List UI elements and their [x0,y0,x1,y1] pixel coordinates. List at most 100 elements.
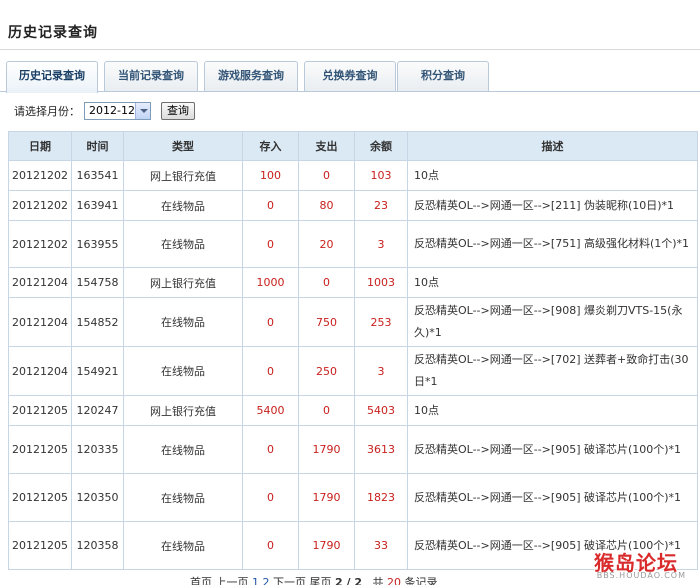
records-table: 日期 时间 类型 存入 支出 余额 描述 20121202 163541 网上银… [8,131,698,570]
pager-total-prefix: 共 [372,576,384,585]
cell-balance: 1003 [354,267,408,298]
cell-deposit: 0 [242,521,299,570]
month-select[interactable]: 2012-12 [84,102,151,120]
column-header-description: 描述 [407,131,698,161]
cell-deposit: 5400 [242,395,299,426]
cell-description: 10点 [407,160,698,191]
cell-type: 在线物品 [123,346,243,396]
cell-balance: 5403 [354,395,408,426]
page-title: 历史记录查询 [8,25,98,41]
cell-description: 反恐精英OL-->网通一区-->[905] 破译芯片(100个)*1 [407,473,698,522]
cell-date: 20121205 [8,425,72,474]
query-button[interactable]: 查询 [161,102,195,120]
cell-time: 120335 [71,425,124,474]
table-row: 20121204 154758 网上银行充值 1000 0 1003 10点 [8,267,698,298]
table-row: 20121205 120335 在线物品 0 1790 3613 反恐精英OL-… [8,425,698,474]
cell-type: 在线物品 [123,297,243,347]
cell-expense: 0 [298,160,355,191]
table-row: 20121202 163541 网上银行充值 100 0 103 10点 [8,160,698,191]
tab-game-service-query[interactable]: 游戏服务查询 [204,61,298,92]
cell-expense: 0 [298,267,355,298]
tab-history-query[interactable]: 历史记录查询 [6,61,98,93]
column-header-balance: 余额 [354,131,408,161]
column-header-expense: 支出 [298,131,355,161]
cell-description: 反恐精英OL-->网通一区-->[751] 高级强化材料(1个)*1 [407,220,698,268]
pager-next-link[interactable]: 下一页 [273,576,306,585]
cell-description: 反恐精英OL-->网通一区-->[908] 爆炎剃刀VTS-15(永久)*1 [407,297,698,347]
cell-type: 在线物品 [123,190,243,221]
cell-balance: 23 [354,190,408,221]
chevron-down-icon[interactable] [135,103,150,119]
cell-deposit: 100 [242,160,299,191]
tab-points-query[interactable]: 积分查询 [397,61,489,92]
watermark-url: BBS.HOUDAO.COM [596,571,686,580]
tab-voucher-query[interactable]: 兑换券查询 [304,61,396,92]
cell-expense: 1790 [298,473,355,522]
pager-prev-link[interactable]: 上一页 [216,576,249,585]
month-filter: 请选择月份： 2012-12 查询 [14,101,195,121]
cell-description: 反恐精英OL-->网通一区-->[702] 送葬者+致命打击(30日*1 [407,346,698,396]
cell-time: 120358 [71,521,124,570]
pagination: 首页 上一页 1 2 下一页 尾页 2 / 2 共 20 条记录 [190,574,437,585]
cell-balance: 3613 [354,425,408,474]
cell-balance: 3 [354,346,408,396]
cell-expense: 750 [298,297,355,347]
cell-description: 10点 [407,267,698,298]
forum-watermark-logo: 猴岛论坛 BBS.HOUDAO.COM [594,547,692,580]
cell-balance: 33 [354,521,408,570]
month-filter-label: 请选择月份： [14,105,80,118]
table-row: 20121205 120350 在线物品 0 1790 1823 反恐精英OL-… [8,473,698,522]
table-row: 20121202 163955 在线物品 0 20 3 反恐精英OL-->网通一… [8,220,698,268]
cell-date: 20121202 [8,160,72,191]
cell-balance: 1823 [354,473,408,522]
cell-time: 154758 [71,267,124,298]
pager-total-suffix: 条记录 [404,576,438,585]
cell-expense: 0 [298,395,355,426]
cell-date: 20121204 [8,267,72,298]
column-header-time: 时间 [71,131,124,161]
cell-expense: 1790 [298,425,355,474]
cell-date: 20121204 [8,297,72,347]
cell-description: 10点 [407,395,698,426]
tab-divider [0,91,700,92]
month-select-value: 2012-12 [89,104,135,117]
table-row: 20121205 120247 网上银行充值 5400 0 5403 10点 [8,395,698,426]
cell-time: 163955 [71,220,124,268]
cell-type: 网上银行充值 [123,160,243,191]
pager-page-status: 2 / 2 [335,576,362,585]
cell-deposit: 0 [242,346,299,396]
cell-balance: 3 [354,220,408,268]
cell-time: 120247 [71,395,124,426]
table-row: 20121204 154921 在线物品 0 250 3 反恐精英OL-->网通… [8,346,698,396]
pager-first-link[interactable]: 首页 [190,576,212,585]
cell-time: 154852 [71,297,124,347]
cell-time: 154921 [71,346,124,396]
cell-date: 20121205 [8,521,72,570]
cell-deposit: 0 [242,473,299,522]
cell-date: 20121202 [8,190,72,221]
cell-deposit: 0 [242,425,299,474]
tab-current-query[interactable]: 当前记录查询 [104,61,198,92]
cell-type: 网上银行充值 [123,395,243,426]
cell-deposit: 1000 [242,267,299,298]
column-header-date: 日期 [8,131,72,161]
cell-date: 20121204 [8,346,72,396]
table-row: 20121204 154852 在线物品 0 750 253 反恐精英OL-->… [8,297,698,347]
cell-type: 在线物品 [123,521,243,570]
cell-deposit: 0 [242,297,299,347]
cell-type: 网上银行充值 [123,267,243,298]
cell-expense: 20 [298,220,355,268]
title-divider [0,49,700,50]
cell-time: 163541 [71,160,124,191]
pager-last-link[interactable]: 尾页 [310,576,332,585]
pager-page-links[interactable]: 1 2 [252,576,270,585]
cell-description: 反恐精英OL-->网通一区-->[211] 伪装昵称(10日)*1 [407,190,698,221]
column-header-deposit: 存入 [242,131,299,161]
table-header-row: 日期 时间 类型 存入 支出 余额 描述 [8,131,698,161]
table-row: 20121202 163941 在线物品 0 80 23 反恐精英OL-->网通… [8,190,698,221]
cell-time: 163941 [71,190,124,221]
cell-expense: 250 [298,346,355,396]
cell-type: 在线物品 [123,473,243,522]
cell-date: 20121205 [8,473,72,522]
column-header-type: 类型 [123,131,243,161]
